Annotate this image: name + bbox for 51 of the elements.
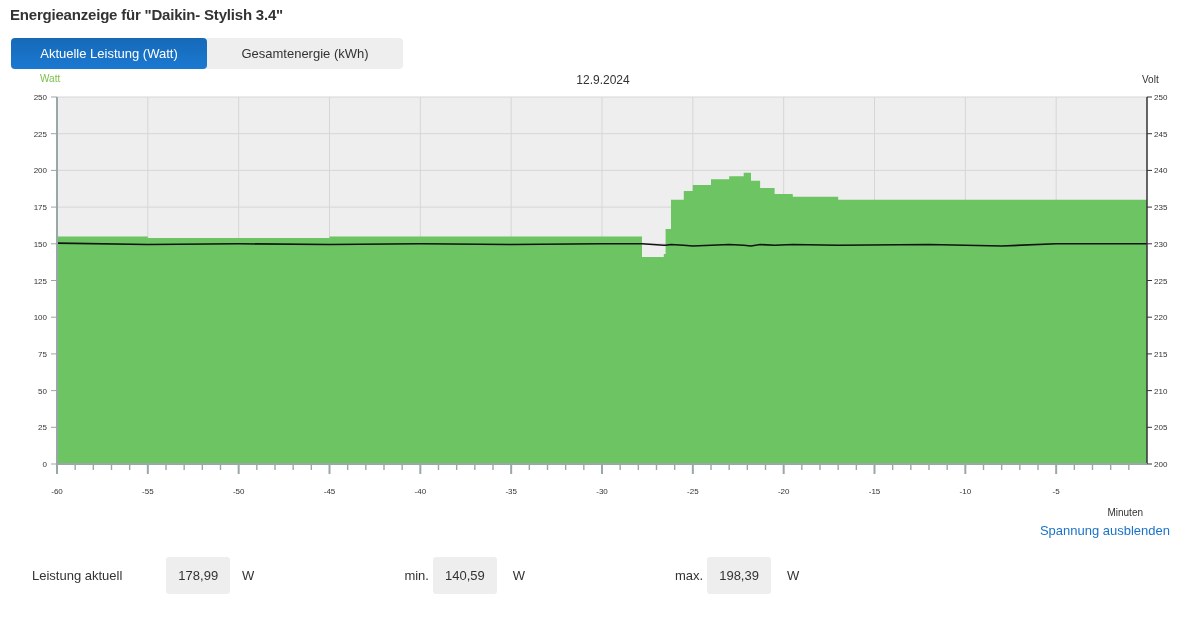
y2-tick-label: 245 <box>1154 129 1168 139</box>
y-axis-title: Watt <box>40 73 61 84</box>
x-tick-label: -15 <box>868 487 881 496</box>
y2-tick-label: 220 <box>1154 313 1168 323</box>
x-tick-label: -30 <box>596 487 608 496</box>
y2-tick-label: 250 <box>1154 93 1168 102</box>
x-tick-label: -10 <box>959 487 972 496</box>
x-axis-title: Minuten <box>1107 507 1143 518</box>
chart-title: 12.9.2024 <box>576 73 630 87</box>
page-title: Energieanzeige für "Daikin- Stylish 3.4" <box>10 5 284 25</box>
toggle-voltage-link[interactable]: Spannung ausblenden <box>1039 521 1170 541</box>
y2-tick-label: 235 <box>1154 203 1168 213</box>
x-tick-label: -5 <box>1052 487 1060 496</box>
unit-label: W <box>512 566 525 585</box>
y-tick-label: 25 <box>38 423 47 433</box>
x-tick-label: -35 <box>505 487 517 496</box>
y2-tick-label: 210 <box>1154 386 1168 396</box>
y2-tick-label: 215 <box>1154 349 1168 359</box>
stat-value: 178,99 <box>166 556 231 594</box>
x-tick-label: -20 <box>777 487 790 496</box>
y-tick-label: 100 <box>33 313 47 323</box>
y-tick-label: 150 <box>33 239 47 249</box>
y-tick-label: 250 <box>33 93 47 102</box>
stat-value: 140,59 <box>432 556 497 594</box>
y-tick-label: 225 <box>33 129 47 139</box>
x-tick-label: -25 <box>687 487 699 496</box>
y2-tick-label: 230 <box>1154 239 1168 249</box>
y2-tick-label: 225 <box>1154 276 1168 286</box>
x-tick-label: -55 <box>142 487 154 496</box>
x-tick-label: -45 <box>323 487 336 496</box>
y2-tick-label: 240 <box>1154 166 1168 176</box>
x-tick-label: -40 <box>414 487 427 496</box>
stat-label: max. <box>675 566 704 585</box>
x-tick-label: -60 <box>51 487 63 496</box>
y-tick-label: 0 <box>42 460 47 469</box>
unit-label: W <box>786 566 800 585</box>
stat-value: 198,39 <box>707 556 771 594</box>
y2-tick-label: 205 <box>1154 423 1168 433</box>
y-tick-label: 50 <box>38 386 47 396</box>
stat-label: Leistung aktuell <box>32 566 123 585</box>
unit-label: W <box>242 566 255 585</box>
y-tick-label: 200 <box>33 166 47 176</box>
y-tick-label: 75 <box>38 349 47 359</box>
tab[interactable]: Gesamtenergie (kWh) <box>207 37 403 69</box>
tab[interactable]: Aktuelle Leistung (Watt) <box>11 37 207 69</box>
y-tick-label: 175 <box>33 203 47 213</box>
y2-axis-title: Volt <box>1142 74 1159 85</box>
stat-label: min. <box>404 566 429 585</box>
y2-tick-label: 200 <box>1154 460 1168 469</box>
x-tick-label: -50 <box>232 487 245 496</box>
y-tick-label: 125 <box>33 276 47 286</box>
